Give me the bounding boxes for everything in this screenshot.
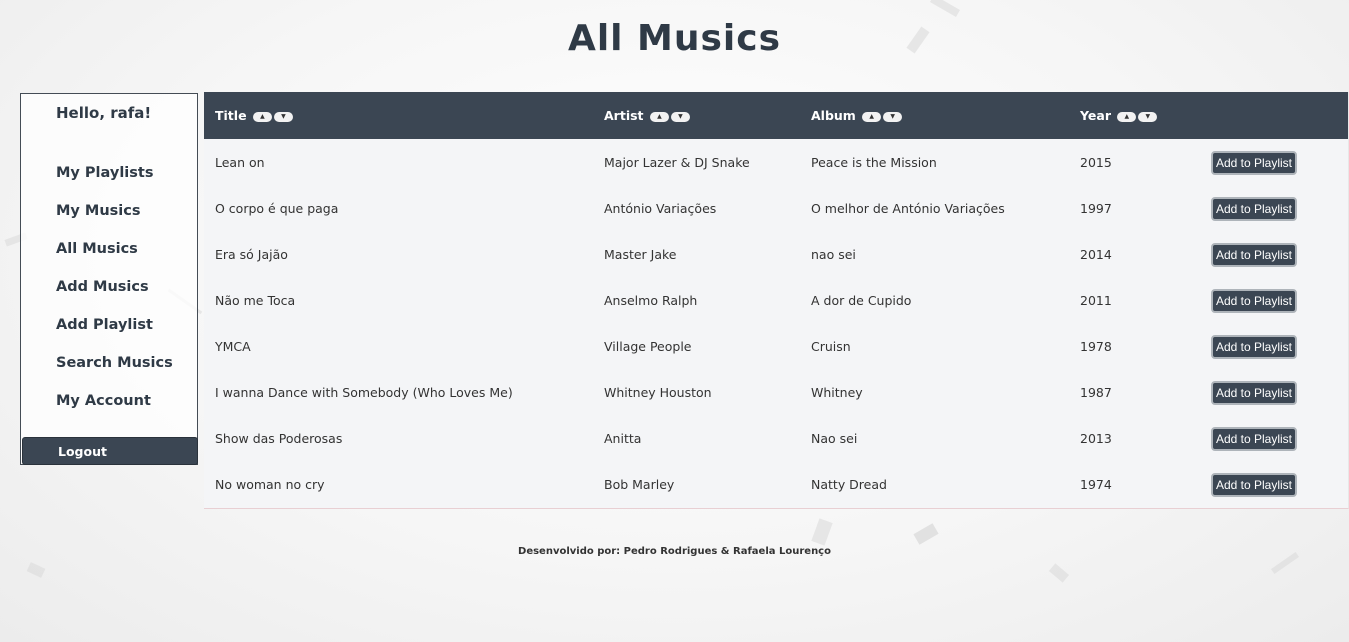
cell-artist: Anitta [604, 431, 642, 446]
sort-down-icon[interactable]: ▼ [670, 111, 690, 122]
sort-down-icon[interactable]: ▼ [273, 111, 293, 122]
sidebar-item-add-musics[interactable]: Add Musics [56, 279, 149, 295]
cell-year: 1974 [1080, 477, 1112, 492]
table-row: Não me Toca Anselmo Ralph A dor de Cupid… [204, 278, 1348, 324]
add-to-playlist-button[interactable]: Add to Playlist [1211, 335, 1297, 359]
table-row: I wanna Dance with Somebody (Who Loves M… [204, 370, 1348, 416]
cell-album: Whitney [811, 385, 863, 400]
add-to-playlist-button[interactable]: Add to Playlist [1211, 427, 1297, 451]
cell-artist: Bob Marley [604, 477, 675, 492]
background-shard [913, 523, 939, 545]
cell-title: Não me Toca [215, 293, 296, 308]
sidebar-item-my-playlists[interactable]: My Playlists [56, 165, 153, 181]
cell-title: I wanna Dance with Somebody (Who Loves M… [215, 385, 513, 400]
background-shard [26, 562, 46, 578]
cell-year: 1978 [1080, 339, 1112, 354]
cell-title: Lean on [215, 155, 265, 170]
add-to-playlist-button[interactable]: Add to Playlist [1211, 473, 1297, 497]
cell-album: O melhor de António Variações [811, 201, 1005, 216]
cell-title: O corpo é que paga [215, 201, 339, 216]
cell-album: A dor de Cupido [811, 293, 912, 308]
sidebar-item-search-musics[interactable]: Search Musics [56, 355, 173, 371]
table-row: No woman no cry Bob Marley Natty Dread 1… [204, 462, 1348, 508]
cell-title: No woman no cry [215, 477, 325, 492]
cell-year: 2011 [1080, 293, 1112, 308]
cell-title: YMCA [215, 339, 251, 354]
page-title: All Musics [567, 18, 782, 59]
cell-artist: Whitney Houston [604, 385, 712, 400]
cell-year: 2013 [1080, 431, 1112, 446]
cell-artist: Major Lazer & DJ Snake [604, 155, 750, 170]
sidebar-item-my-account[interactable]: My Account [56, 393, 151, 409]
background-shard [930, 0, 960, 17]
table-row: Era só Jajão Master Jake nao sei 2014 Ad… [204, 232, 1348, 278]
add-to-playlist-button[interactable]: Add to Playlist [1211, 243, 1297, 267]
cell-album: Peace is the Mission [811, 155, 937, 170]
sort-down-icon[interactable]: ▼ [883, 111, 903, 122]
cell-title: Show das Poderosas [215, 431, 343, 446]
table-row: O corpo é que paga António Variações O m… [204, 186, 1348, 232]
cell-year: 2015 [1080, 155, 1112, 170]
music-table: Title ▲ ▼ Artist ▲ ▼ Album ▲ ▼ Year ▲ ▼ Lean… [204, 92, 1349, 509]
column-label: Year [1080, 108, 1111, 123]
cell-album: nao sei [811, 247, 856, 262]
add-to-playlist-button[interactable]: Add to Playlist [1211, 289, 1297, 313]
cell-year: 1997 [1080, 201, 1112, 216]
footer-credits: Desenvolvido por: Pedro Rodrigues & Rafa… [518, 546, 831, 557]
sidebar-item-all-musics[interactable]: All Musics [56, 241, 138, 257]
cell-album: Natty Dread [811, 477, 887, 492]
table-row: Lean on Major Lazer & DJ Snake Peace is … [204, 140, 1348, 186]
sort-up-icon[interactable]: ▲ [252, 111, 272, 122]
logout-button[interactable]: Logout [22, 437, 198, 465]
cell-year: 1987 [1080, 385, 1112, 400]
sidebar: Hello, rafa! My Playlists My Musics All … [20, 93, 198, 465]
column-header-album: Album ▲ ▼ [811, 108, 903, 123]
sidebar-item-my-musics[interactable]: My Musics [56, 203, 141, 219]
table-row: Show das Poderosas Anitta Nao sei 2013 A… [204, 416, 1348, 462]
add-to-playlist-button[interactable]: Add to Playlist [1211, 151, 1297, 175]
sort-up-icon[interactable]: ▲ [1117, 111, 1137, 122]
cell-album: Nao sei [811, 431, 858, 446]
column-header-year: Year ▲ ▼ [1080, 108, 1158, 123]
add-to-playlist-button[interactable]: Add to Playlist [1211, 381, 1297, 405]
column-header-artist: Artist ▲ ▼ [604, 108, 690, 123]
table-header: Title ▲ ▼ Artist ▲ ▼ Album ▲ ▼ Year ▲ ▼ [204, 92, 1348, 139]
user-greeting: Hello, rafa! [56, 104, 152, 122]
sidebar-item-add-playlist[interactable]: Add Playlist [56, 317, 153, 333]
sort-up-icon[interactable]: ▲ [649, 111, 669, 122]
cell-artist: Village People [604, 339, 692, 354]
cell-year: 2014 [1080, 247, 1112, 262]
table-row: YMCA Village People Cruisn 1978 Add to P… [204, 324, 1348, 370]
cell-album: Cruisn [811, 339, 851, 354]
sort-up-icon[interactable]: ▲ [862, 111, 882, 122]
cell-artist: António Variações [604, 201, 717, 216]
cell-title: Era só Jajão [215, 247, 288, 262]
background-shard [811, 518, 833, 546]
column-label: Album [811, 108, 856, 123]
add-to-playlist-button[interactable]: Add to Playlist [1211, 197, 1297, 221]
column-label: Artist [604, 108, 644, 123]
column-label: Title [215, 108, 247, 123]
column-header-title: Title ▲ ▼ [215, 108, 293, 123]
cell-artist: Master Jake [604, 247, 677, 262]
background-shard [1048, 563, 1070, 583]
cell-artist: Anselmo Ralph [604, 293, 698, 308]
sort-down-icon[interactable]: ▼ [1138, 111, 1158, 122]
